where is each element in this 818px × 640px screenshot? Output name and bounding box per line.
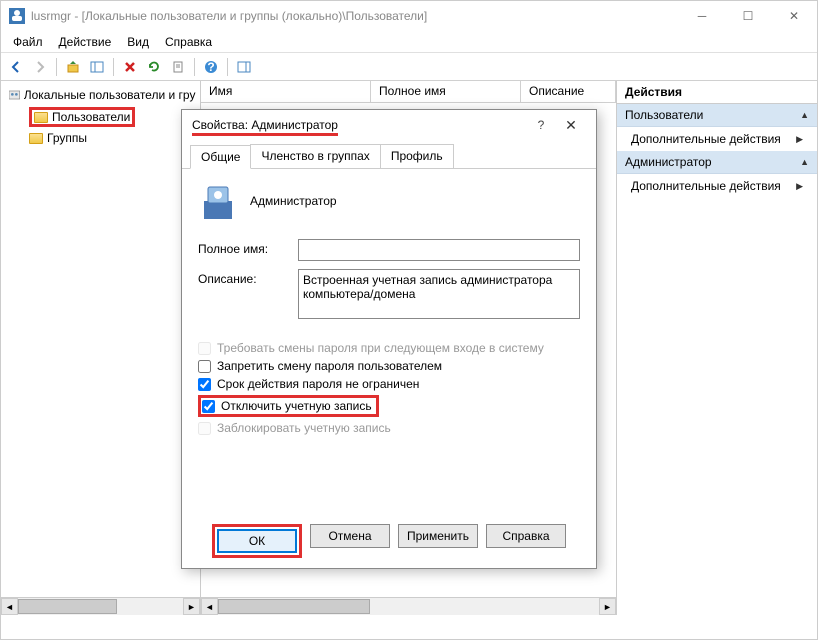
list-header: Имя Полное имя Описание bbox=[201, 81, 616, 103]
chk-never-expires-label: Срок действия пароля не ограничен bbox=[217, 377, 419, 391]
show-hide-tree-button[interactable] bbox=[86, 56, 108, 78]
menu-action[interactable]: Действие bbox=[51, 33, 120, 51]
chk-locked: Заблокировать учетную запись bbox=[198, 421, 580, 435]
title-bar: lusrmgr - [Локальные пользователи и груп… bbox=[1, 1, 817, 31]
folder-icon bbox=[29, 133, 43, 144]
tab-profile[interactable]: Профиль bbox=[380, 144, 454, 168]
dialog-help-button[interactable]: ? bbox=[526, 118, 556, 132]
dialog-body: Администратор Полное имя: Описание: Встр… bbox=[182, 169, 596, 451]
list-hscroll[interactable]: ◄ ► bbox=[201, 597, 616, 615]
actions-more-admin-label: Дополнительные действия bbox=[631, 179, 781, 193]
chk-must-change-label: Требовать смены пароля при следующем вхо… bbox=[217, 341, 544, 355]
description-label: Описание: bbox=[198, 269, 298, 286]
chk-must-change: Требовать смены пароля при следующем вхо… bbox=[198, 341, 580, 355]
chk-never-expires-box[interactable] bbox=[198, 378, 211, 391]
back-button[interactable] bbox=[5, 56, 27, 78]
actions-group-admin-label: Администратор bbox=[625, 155, 712, 169]
chk-cannot-change-label: Запретить смену пароля пользователем bbox=[217, 359, 442, 373]
collapse-icon: ▲ bbox=[800, 110, 809, 120]
tree-root[interactable]: Локальные пользователи и группы (локальн… bbox=[5, 85, 196, 105]
chk-disable-account-label: Отключить учетную запись bbox=[221, 399, 372, 413]
maximize-button[interactable]: ☐ bbox=[725, 1, 771, 31]
chk-locked-box bbox=[198, 422, 211, 435]
actions-group-admin[interactable]: Администратор ▲ bbox=[617, 151, 817, 174]
collapse-icon: ▲ bbox=[800, 157, 809, 167]
scroll-left-button[interactable]: ◄ bbox=[1, 598, 18, 615]
dialog-username: Администратор bbox=[250, 194, 337, 208]
fullname-label: Полное имя: bbox=[198, 239, 298, 256]
dialog-buttons: ОК Отмена Применить Справка bbox=[182, 524, 596, 558]
folder-icon bbox=[34, 112, 48, 123]
menu-help[interactable]: Справка bbox=[157, 33, 220, 51]
export-button[interactable] bbox=[167, 56, 189, 78]
forward-button[interactable] bbox=[29, 56, 51, 78]
scroll-right-button[interactable]: ► bbox=[599, 598, 616, 615]
menu-view[interactable]: Вид bbox=[119, 33, 157, 51]
dialog-title: Свойства: Администратор bbox=[192, 118, 338, 136]
minimize-button[interactable]: ─ bbox=[679, 1, 725, 31]
submenu-icon: ▶ bbox=[796, 134, 803, 145]
actions-more-users-label: Дополнительные действия bbox=[631, 132, 781, 146]
chk-disable-account-box[interactable] bbox=[202, 400, 215, 413]
tree-groups-label: Группы bbox=[47, 131, 87, 145]
dialog-close-button[interactable]: ✕ bbox=[556, 117, 586, 134]
col-desc[interactable]: Описание bbox=[521, 81, 616, 102]
col-fullname[interactable]: Полное имя bbox=[371, 81, 521, 102]
dialog-tabs: Общие Членство в группах Профиль bbox=[182, 140, 596, 169]
dialog-titlebar[interactable]: Свойства: Администратор ? ✕ bbox=[182, 110, 596, 140]
tree-node-users[interactable]: Пользователи bbox=[5, 105, 196, 129]
scroll-right-button[interactable]: ► bbox=[183, 598, 200, 615]
actions-group-users-label: Пользователи bbox=[625, 108, 703, 122]
up-button[interactable] bbox=[62, 56, 84, 78]
tree-users-label: Пользователи bbox=[52, 110, 130, 124]
tree-hscroll[interactable]: ◄ ► bbox=[1, 597, 200, 615]
svg-text:?: ? bbox=[207, 60, 214, 74]
chk-never-expires[interactable]: Срок действия пароля не ограничен bbox=[198, 377, 580, 391]
toolbar: ? bbox=[1, 53, 817, 81]
tab-general[interactable]: Общие bbox=[190, 145, 251, 169]
chk-locked-label: Заблокировать учетную запись bbox=[217, 421, 391, 435]
tree-root-label: Локальные пользователи и группы (локальн… bbox=[24, 88, 196, 102]
menu-file[interactable]: Файл bbox=[5, 33, 51, 51]
fullname-input[interactable] bbox=[298, 239, 580, 261]
user-icon bbox=[198, 181, 238, 221]
properties-dialog: Свойства: Администратор ? ✕ Общие Членст… bbox=[181, 109, 597, 569]
submenu-icon: ▶ bbox=[796, 181, 803, 192]
description-input[interactable]: Встроенная учетная запись администратора… bbox=[298, 269, 580, 319]
window-title: lusrmgr - [Локальные пользователи и груп… bbox=[31, 9, 679, 23]
close-button[interactable]: ✕ bbox=[771, 1, 817, 31]
ok-button[interactable]: ОК bbox=[217, 529, 297, 553]
actions-more-admin[interactable]: Дополнительные действия ▶ bbox=[617, 174, 817, 198]
tab-membership[interactable]: Членство в группах bbox=[250, 144, 380, 168]
chk-cannot-change[interactable]: Запретить смену пароля пользователем bbox=[198, 359, 580, 373]
chk-must-change-box bbox=[198, 342, 211, 355]
apply-button[interactable]: Применить bbox=[398, 524, 478, 548]
menu-bar: Файл Действие Вид Справка bbox=[1, 31, 817, 53]
delete-button[interactable] bbox=[119, 56, 141, 78]
chk-cannot-change-box[interactable] bbox=[198, 360, 211, 373]
actions-title: Действия bbox=[617, 81, 817, 104]
scroll-left-button[interactable]: ◄ bbox=[201, 598, 218, 615]
actions-more-users[interactable]: Дополнительные действия ▶ bbox=[617, 127, 817, 151]
app-icon bbox=[9, 8, 25, 24]
help-button[interactable]: Справка bbox=[486, 524, 566, 548]
cancel-button[interactable]: Отмена bbox=[310, 524, 390, 548]
tree-pane: Локальные пользователи и группы (локальн… bbox=[1, 81, 201, 615]
actions-pane: Действия Пользователи ▲ Дополнительные де… bbox=[617, 81, 817, 615]
tree-node-groups[interactable]: Группы bbox=[5, 129, 196, 147]
actions-pane-button[interactable] bbox=[233, 56, 255, 78]
col-name[interactable]: Имя bbox=[201, 81, 371, 102]
help-button[interactable]: ? bbox=[200, 56, 222, 78]
refresh-button[interactable] bbox=[143, 56, 165, 78]
actions-group-users[interactable]: Пользователи ▲ bbox=[617, 104, 817, 127]
users-groups-icon bbox=[9, 87, 20, 103]
